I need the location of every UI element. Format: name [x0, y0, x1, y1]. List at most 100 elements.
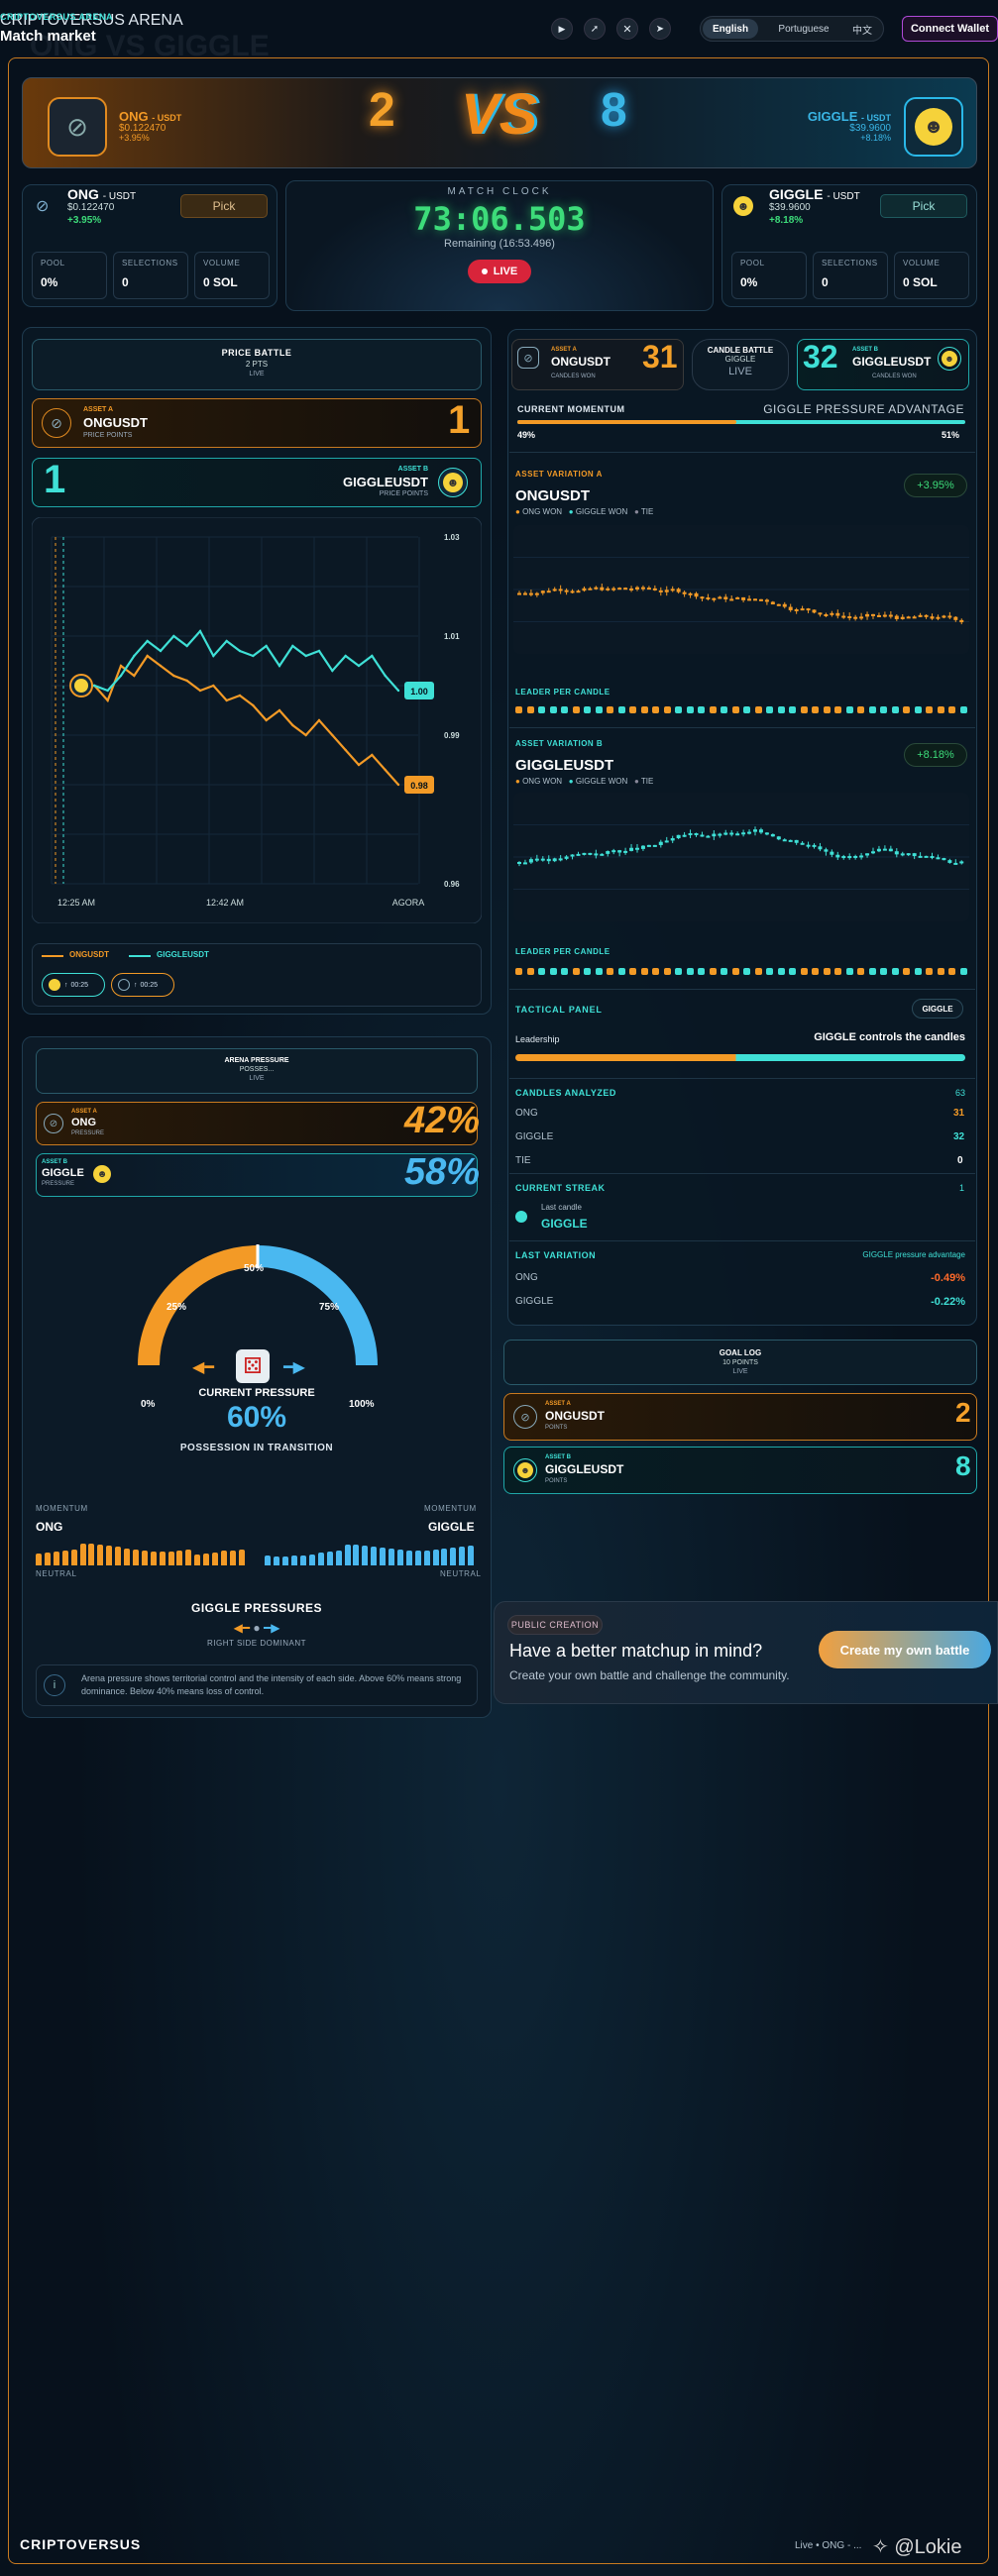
candle-body: [835, 854, 840, 858]
leader-candle-marker: [663, 706, 671, 713]
candle-body: [522, 592, 527, 595]
leader-candle-marker: [731, 968, 739, 975]
candle-body: [629, 588, 634, 590]
last-variation-adv: GIGGLE pressure advantage: [862, 1250, 965, 1259]
candle-body: [528, 592, 533, 595]
momentum-bar: [167, 1551, 174, 1565]
leader-candle-marker: [823, 968, 831, 975]
candle-body: [794, 608, 799, 611]
lang-chinese[interactable]: 中文: [844, 19, 880, 39]
divider: [509, 452, 975, 453]
momentum-bar: [79, 1544, 86, 1565]
x-tick-label: 12:42 AM: [206, 898, 244, 908]
point-ongusdt: [317, 718, 321, 722]
divider: [509, 989, 975, 990]
point-giggleusdt: [198, 629, 202, 633]
leader-candle-marker: [926, 968, 933, 975]
chip-a-icon: [118, 979, 130, 991]
promo-subtitle: Create your own battle and challenge the…: [509, 1668, 790, 1682]
leader-candle-marker: [617, 968, 625, 975]
point-ongusdt: [331, 733, 334, 737]
candle-body: [770, 833, 775, 837]
leader-candle-marker: [629, 968, 636, 975]
momentum-bar: [141, 1551, 148, 1565]
momentum-bar: [388, 1548, 394, 1565]
tactical-badge: GIGGLE: [912, 999, 963, 1019]
candle-b-score: 32: [803, 339, 838, 375]
candle-body: [540, 590, 545, 593]
leader-candle-marker: [698, 968, 705, 975]
leader-candle-marker: [686, 968, 694, 975]
side-b-symbol: GIGGLE: [769, 186, 824, 202]
goal-a-symbol: ONGUSDT: [545, 1409, 605, 1423]
leader-candle-marker: [834, 968, 841, 975]
momentum-bar: [176, 1551, 183, 1565]
candle-body: [564, 856, 569, 859]
side-b-selections: SELECTIONS 0: [813, 252, 888, 299]
candle-body: [540, 858, 545, 861]
momentum-bar: [423, 1550, 430, 1565]
leader-candle-marker: [800, 706, 808, 713]
pick-a-button[interactable]: Pick: [180, 194, 268, 218]
candle-body: [517, 862, 521, 864]
gauge-25: 25%: [166, 1302, 187, 1313]
candle-body: [694, 832, 699, 835]
point-ongusdt: [384, 768, 387, 772]
candle-body: [818, 612, 823, 615]
side-a-change: +3.95%: [67, 215, 102, 226]
momentum-bar: [432, 1550, 439, 1565]
price-b-sub: PRICE POINTS: [379, 490, 428, 497]
rocket-icon[interactable]: ➚: [584, 18, 606, 40]
current-pressure-value: 60%: [226, 1401, 287, 1434]
leader-candle-marker: [812, 968, 819, 975]
legend-chip-b[interactable]: ↑ 00:25: [42, 973, 105, 997]
price-a-symbol: ONGUSDT: [83, 415, 148, 430]
candle-body: [776, 603, 781, 606]
point-giggleusdt: [93, 684, 96, 688]
connect-wallet-button[interactable]: Connect Wallet: [902, 16, 998, 42]
candle-body: [947, 860, 952, 863]
divider: [509, 727, 975, 728]
point-ongusdt: [198, 689, 202, 693]
candle-body: [588, 852, 593, 855]
candle-body: [906, 853, 911, 856]
candle-body: [534, 592, 539, 595]
point-giggleusdt: [317, 649, 321, 653]
create-battle-button[interactable]: Create my own battle: [819, 1631, 991, 1668]
pick-b-button[interactable]: Pick: [880, 194, 967, 218]
lang-portuguese[interactable]: Portuguese: [766, 19, 841, 39]
candle-body: [806, 608, 811, 611]
leader-candle-marker: [663, 968, 671, 975]
youtube-icon[interactable]: ▶: [551, 18, 573, 40]
candle-body: [853, 855, 858, 858]
candle-body: [682, 834, 687, 837]
leader-candle-marker: [959, 706, 967, 713]
point-ongusdt: [371, 753, 374, 757]
faded-title: ONG VS GIGGLE: [30, 30, 270, 62]
point-ongusdt: [185, 679, 188, 683]
leader-candle-marker: [880, 968, 887, 975]
telegram-icon[interactable]: ➤: [649, 18, 671, 40]
leader-per-candle-b: [515, 967, 967, 977]
price-battle-header: PRICE BATTLE 2 PTS LIVE: [32, 339, 482, 390]
point-ongusdt: [265, 718, 268, 722]
lang-english[interactable]: English: [703, 19, 758, 39]
momentum-a-pct: 49%: [517, 430, 536, 440]
goal-b-score: 8: [955, 1450, 971, 1481]
leader-candle-marker: [914, 706, 922, 713]
goal-log-pts: 10 POINTS: [722, 1359, 758, 1366]
leader-candle-marker: [789, 968, 796, 975]
candle-body: [764, 832, 769, 835]
var-b-l1: ONG WON: [522, 777, 563, 786]
x-icon[interactable]: ✕: [616, 18, 638, 40]
var-a-legend: ● ONG WON ● GIGGLE WON ● TIE: [515, 507, 654, 516]
momentum-bar: [353, 1545, 360, 1565]
candle-body: [712, 833, 717, 837]
leader-candle-marker: [914, 968, 922, 975]
right-arrow-icon: ━▶: [283, 1359, 305, 1376]
start-avatar-face: [74, 679, 88, 693]
leader-candle-marker: [515, 968, 522, 975]
legend-chip-a[interactable]: ↑ 00:25: [111, 973, 174, 997]
momentum-bar: [257, 1556, 263, 1565]
leader-candle-marker: [584, 968, 591, 975]
